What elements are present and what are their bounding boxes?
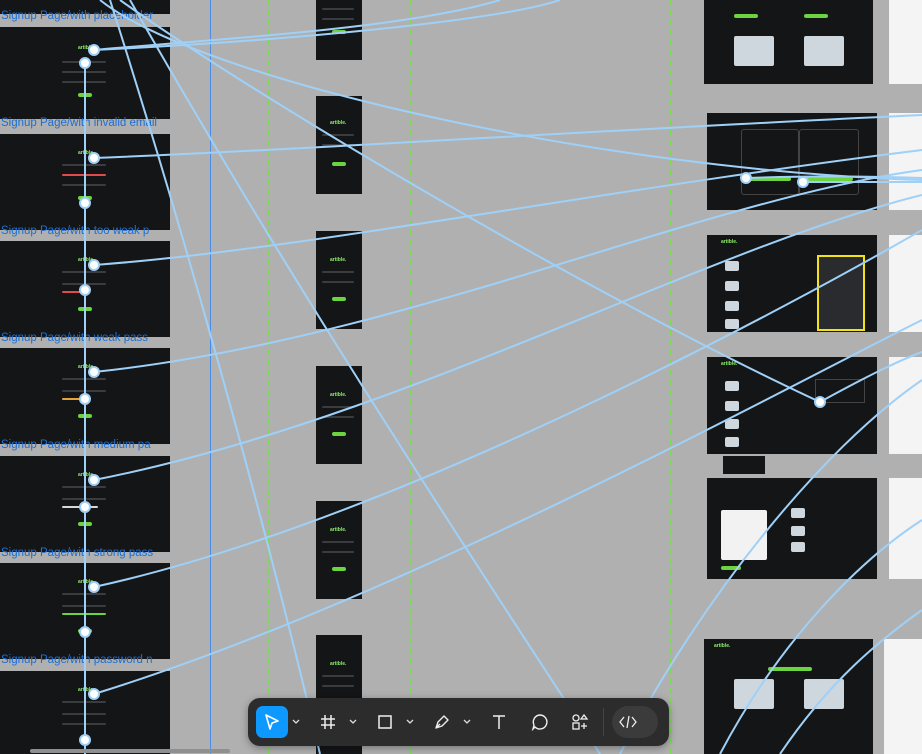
cart-frame[interactable]: artible. [707,357,877,454]
brand-logo: artible. [78,150,95,156]
frame-label[interactable]: Signup Page/with placeholder [1,10,169,23]
shape-tool-button[interactable] [369,706,401,738]
mobile-frame[interactable] [316,0,362,60]
connector [129,0,601,754]
signup-frame[interactable]: artible. [0,134,170,230]
frame-label[interactable]: Signup Page/with invalid email [1,117,169,130]
courses-frame[interactable] [704,0,873,84]
chevron-down-icon[interactable] [290,706,302,738]
courses-frame-light[interactable] [884,639,922,754]
shapes-plus-icon [572,713,589,730]
bottom-toolbar [248,698,669,746]
vertical-guide-line [210,0,211,754]
brand-logo: artible. [330,527,347,533]
text-icon [493,715,505,729]
frame-label[interactable]: Signup Page/with too weak p [1,225,169,238]
mobile-frame[interactable]: artible. [316,366,362,464]
brand-logo: artible. [330,257,347,263]
brand-logo: artible. [330,661,347,667]
frame-hash-icon [321,715,335,729]
design-canvas[interactable]: Signup Page/with placeholder artible. Si… [0,0,922,754]
signup-frame[interactable]: artible. [0,27,170,119]
wishlist-frame[interactable]: artible. [707,235,877,332]
signup-frame[interactable]: artible. [0,671,170,754]
toolbar-divider [603,708,604,736]
brand-logo: artible. [714,643,731,649]
pen-tool-button[interactable] [426,706,458,738]
dashed-guide-line [670,0,672,754]
comment-bubble-icon [531,714,548,731]
checkout-frame[interactable] [707,113,877,210]
actions-tool-button[interactable] [564,706,596,738]
comment-tool-button[interactable] [524,706,556,738]
brand-logo: artible. [78,364,95,370]
mobile-frame[interactable]: artible. [316,231,362,329]
payment-success-frame[interactable] [707,478,877,579]
signup-frame[interactable]: artible. [0,563,170,659]
wishlist-frame-light[interactable] [889,235,922,332]
cart-overflow[interactable] [723,456,765,474]
checkout-frame-light[interactable] [889,113,922,210]
frame-tool-button[interactable] [312,706,344,738]
brand-logo: artible. [721,361,738,367]
mobile-frame[interactable]: artible. [316,96,362,194]
courses-frame-light[interactable] [889,0,922,84]
horizontal-scrollbar[interactable] [30,749,230,753]
code-brackets-icon [619,715,637,729]
frame-label[interactable]: Signup Page/with medium pa [1,439,169,452]
brand-logo: artible. [721,239,738,245]
cursor-icon [265,714,279,730]
dev-mode-toggle[interactable] [612,706,658,738]
pen-icon [435,715,449,729]
mobile-frame[interactable]: artible. [316,501,362,599]
cart-frame-light[interactable] [889,357,922,454]
brand-logo: artible. [78,472,95,478]
dashed-guide-line [409,0,411,754]
move-tool-button[interactable] [256,706,288,738]
brand-logo: artible. [78,257,95,263]
frame-label[interactable]: Signup Page/with password n [1,654,169,667]
text-tool-button[interactable] [483,706,515,738]
dashed-guide-line [267,0,269,754]
chevron-down-icon[interactable] [404,706,416,738]
brand-logo: artible. [78,687,95,693]
brand-logo: artible. [78,45,95,51]
signup-frame[interactable]: artible. [0,241,170,337]
payment-frame-light[interactable] [889,478,922,579]
signup-frame[interactable]: artible. [0,456,170,552]
frame-label[interactable]: Signup Page/with strong pass [1,547,169,560]
brand-logo: artible. [330,392,347,398]
frame-label[interactable]: Signup Page/with weak pass [1,332,169,345]
brand-logo: artible. [78,579,95,585]
signup-frame[interactable]: artible. [0,348,170,444]
chevron-down-icon[interactable] [347,706,359,738]
rectangle-icon [378,715,392,729]
courses-we-offer-frame[interactable]: artible. [704,639,873,754]
brand-logo: artible. [330,120,347,126]
chevron-down-icon[interactable] [461,706,473,738]
